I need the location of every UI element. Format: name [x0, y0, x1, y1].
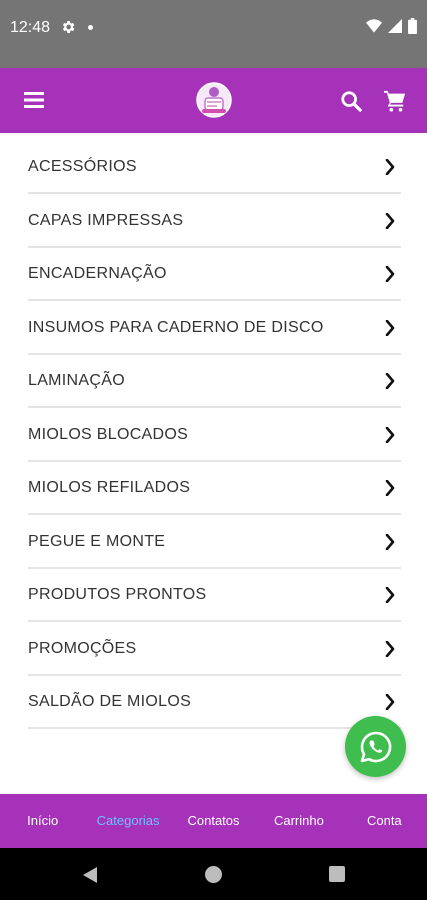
notification-dot-icon	[88, 25, 93, 30]
chevron-right-icon	[385, 159, 395, 175]
category-label: PROMOÇÕES	[28, 639, 137, 657]
bottom-nav: Início Categorias Contatos Carrinho Cont…	[0, 794, 427, 848]
nav-item-categorias[interactable]: Categorias	[85, 794, 170, 848]
whatsapp-button[interactable]	[345, 716, 406, 777]
category-label: LAMINAÇÃO	[28, 372, 125, 389]
chevron-right-icon	[385, 212, 395, 229]
category-item-miolos-blocados[interactable]: MIOLOS BLOCADOS	[28, 410, 401, 462]
status-time: 12:48	[10, 19, 51, 36]
nav-item-inicio[interactable]: Início	[0, 794, 85, 848]
category-label: MIOLOS BLOCADOS	[28, 425, 189, 443]
nav-item-conta[interactable]: Conta	[342, 794, 427, 848]
category-label: PEGUE E MONTE	[28, 532, 166, 550]
nav-item-contatos[interactable]: Contatos	[171, 794, 256, 848]
menu-icon	[24, 92, 44, 108]
chevron-right-icon	[385, 533, 395, 550]
category-label: SALDÃO DE MIOLOS	[28, 693, 192, 710]
back-triangle-icon	[83, 867, 97, 883]
category-label: ACESSÓRIOS	[28, 158, 137, 175]
settings-icon	[60, 19, 76, 40]
category-item-saldao-de-miolos[interactable]: SALDÃO DE MIOLOS	[28, 677, 401, 729]
chevron-right-icon	[385, 426, 395, 443]
category-label: CAPAS IMPRESSAS	[28, 211, 184, 229]
category-label: INSUMOS PARA CADERNO DE DISCO	[28, 318, 324, 336]
cart-button[interactable]	[384, 90, 406, 117]
category-item-promocoes[interactable]: PROMOÇÕES	[28, 624, 401, 676]
whatsapp-icon	[360, 731, 391, 762]
category-item-encadernacao[interactable]: ENCADERNAÇÃO	[28, 249, 401, 301]
back-button[interactable]	[82, 866, 98, 889]
menu-button[interactable]	[24, 90, 44, 110]
wifi-icon	[366, 19, 382, 38]
store-logo[interactable]	[196, 82, 232, 123]
cart-icon	[384, 90, 406, 112]
category-item-laminacao[interactable]: LAMINAÇÃO	[28, 356, 401, 408]
nav-item-carrinho[interactable]: Carrinho	[256, 794, 341, 848]
category-item-insumos[interactable]: INSUMOS PARA CADERNO DE DISCO	[28, 303, 401, 355]
status-icons	[366, 18, 417, 39]
category-item-produtos-prontos[interactable]: PRODUTOS PRONTOS	[28, 570, 401, 622]
chevron-right-icon	[385, 694, 395, 710]
recents-button[interactable]	[329, 866, 345, 882]
chevron-right-icon	[385, 587, 395, 603]
category-label: PRODUTOS PRONTOS	[28, 586, 207, 603]
home-button[interactable]	[205, 866, 222, 883]
chevron-right-icon	[385, 319, 395, 336]
battery-icon	[408, 18, 417, 39]
signal-icon	[388, 19, 402, 38]
chevron-right-icon	[385, 480, 395, 496]
category-item-miolos-refilados[interactable]: MIOLOS REFILADOS	[28, 463, 401, 515]
category-label: ENCADERNAÇÃO	[28, 265, 167, 282]
search-button[interactable]	[340, 90, 362, 117]
status-bar: 12:48	[0, 0, 427, 68]
chevron-right-icon	[385, 640, 395, 657]
chevron-right-icon	[385, 266, 395, 282]
chevron-right-icon	[385, 373, 395, 389]
logo-icon	[196, 82, 232, 118]
search-icon	[341, 91, 362, 112]
category-item-capas-impressas[interactable]: CAPAS IMPRESSAS	[28, 196, 401, 248]
category-list: ACESSÓRIOS CAPAS IMPRESSAS ENCADERNAÇÃO …	[28, 142, 401, 729]
category-item-acessorios[interactable]: ACESSÓRIOS	[28, 142, 401, 194]
category-item-pegue-e-monte[interactable]: PEGUE E MONTE	[28, 517, 401, 569]
category-label: MIOLOS REFILADOS	[28, 479, 191, 496]
